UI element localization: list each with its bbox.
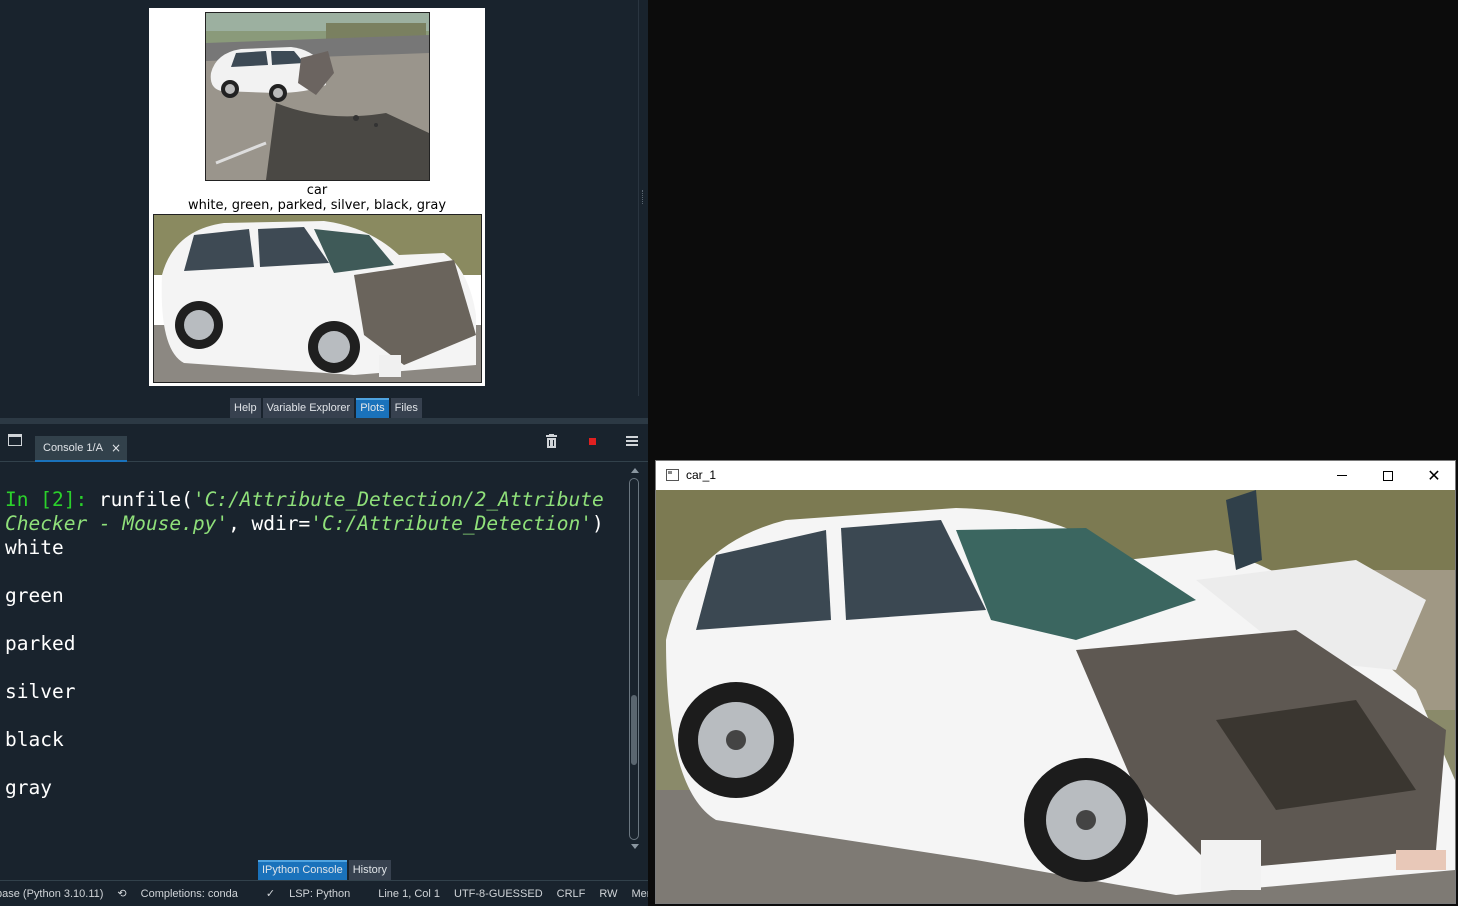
plot-figure[interactable]: car white, green, parked, silver, black,… bbox=[149, 8, 485, 386]
console-arg-wdir: 'C:/Attribute_Detection' bbox=[310, 512, 593, 535]
tab-help[interactable]: Help bbox=[230, 398, 261, 418]
status-mode: RW bbox=[599, 887, 618, 900]
output-line: white bbox=[5, 536, 64, 559]
status-encoding: UTF-8-GUESSED bbox=[454, 887, 543, 900]
tab-variable-explorer[interactable]: Variable Explorer bbox=[262, 398, 355, 418]
stop-icon[interactable] bbox=[589, 438, 596, 445]
undock-icon[interactable] bbox=[8, 434, 22, 446]
console-command: runfile( bbox=[98, 488, 193, 511]
console-scrollbar[interactable] bbox=[628, 468, 640, 854]
maximize-button[interactable] bbox=[1365, 461, 1411, 490]
tab-files[interactable]: Files bbox=[390, 398, 422, 418]
trash-icon[interactable] bbox=[546, 434, 557, 448]
status-eol: CRLF bbox=[556, 887, 586, 900]
hamburger-menu-icon[interactable] bbox=[626, 436, 638, 446]
crash-scene-image bbox=[205, 12, 430, 181]
console-toolbar: Console 1/A × bbox=[0, 424, 648, 462]
scroll-track[interactable] bbox=[629, 478, 639, 840]
close-icon[interactable]: × bbox=[111, 441, 121, 455]
console-arg-sep: , wdir= bbox=[228, 512, 311, 535]
console-output[interactable]: In [2]: runfile('C:/Attribute_Detection/… bbox=[5, 488, 625, 800]
output-line: green bbox=[5, 584, 64, 607]
plot-title: car bbox=[306, 183, 328, 198]
status-bar: base (Python 3.10.11) ⟲ Completions: cond… bbox=[0, 880, 648, 906]
plots-pane: car white, green, parked, silver, black,… bbox=[0, 0, 638, 396]
console-prompt: In [2]: bbox=[5, 488, 99, 511]
console-close-paren: ) bbox=[592, 512, 604, 535]
status-memory: Mem 12% bbox=[631, 887, 648, 900]
minimize-icon bbox=[1337, 475, 1347, 476]
minimize-button[interactable] bbox=[1319, 461, 1365, 490]
scroll-down-arrow-icon[interactable] bbox=[631, 844, 639, 849]
console-arg-filename: 'C:/Attribute_Detection/2_Attribute bbox=[192, 488, 604, 511]
pane-splitter-vertical[interactable] bbox=[638, 0, 648, 396]
car-crop-image bbox=[153, 214, 482, 383]
output-line: black bbox=[5, 728, 64, 751]
maximize-icon bbox=[1383, 470, 1393, 481]
status-completions[interactable]: ⟲ Completions: conda bbox=[117, 887, 251, 900]
window-app-icon bbox=[666, 469, 679, 481]
close-button[interactable]: ✕ bbox=[1411, 461, 1457, 490]
tab-history[interactable]: History bbox=[348, 860, 391, 880]
console-tabbar: IPython Console History bbox=[258, 860, 391, 880]
console-arg-filename-cont: Checker - Mouse.py' bbox=[5, 512, 229, 535]
tab-plots[interactable]: Plots bbox=[356, 398, 389, 418]
status-env[interactable]: base (Python 3.10.11) bbox=[0, 888, 103, 900]
opencv-image-window[interactable]: car_1 ✕ bbox=[655, 460, 1456, 904]
plots-tabbar: Help Variable Explorer Plots Files bbox=[230, 398, 422, 418]
ipython-console-pane: Console 1/A × In [2]: runfile('C:/Attrib… bbox=[0, 424, 648, 858]
status-completions-label: Completions: conda bbox=[140, 888, 238, 900]
tab-ipython-console[interactable]: IPython Console bbox=[258, 860, 347, 880]
console-tab-label: Console 1/A bbox=[43, 442, 103, 454]
completions-icon: ⟲ bbox=[117, 888, 127, 900]
scroll-thumb[interactable] bbox=[631, 695, 637, 765]
window-title: car_1 bbox=[686, 468, 717, 482]
window-titlebar[interactable]: car_1 ✕ bbox=[656, 461, 1455, 490]
output-line: gray bbox=[5, 776, 52, 799]
status-lsp-label: LSP: Python bbox=[289, 888, 351, 900]
status-position: Line 1, Col 1 bbox=[378, 887, 441, 900]
output-line: parked bbox=[5, 632, 76, 655]
car-image bbox=[656, 490, 1455, 903]
spyder-window: car white, green, parked, silver, black,… bbox=[0, 0, 648, 906]
plot-attributes: white, green, parked, silver, black, gra… bbox=[187, 198, 447, 213]
status-lsp[interactable]: ✓ LSP: Python bbox=[266, 887, 364, 900]
check-icon: ✓ bbox=[265, 888, 276, 900]
scroll-up-arrow-icon[interactable] bbox=[631, 468, 639, 473]
tab-console-1a[interactable]: Console 1/A × bbox=[35, 436, 127, 462]
output-line: silver bbox=[5, 680, 76, 703]
